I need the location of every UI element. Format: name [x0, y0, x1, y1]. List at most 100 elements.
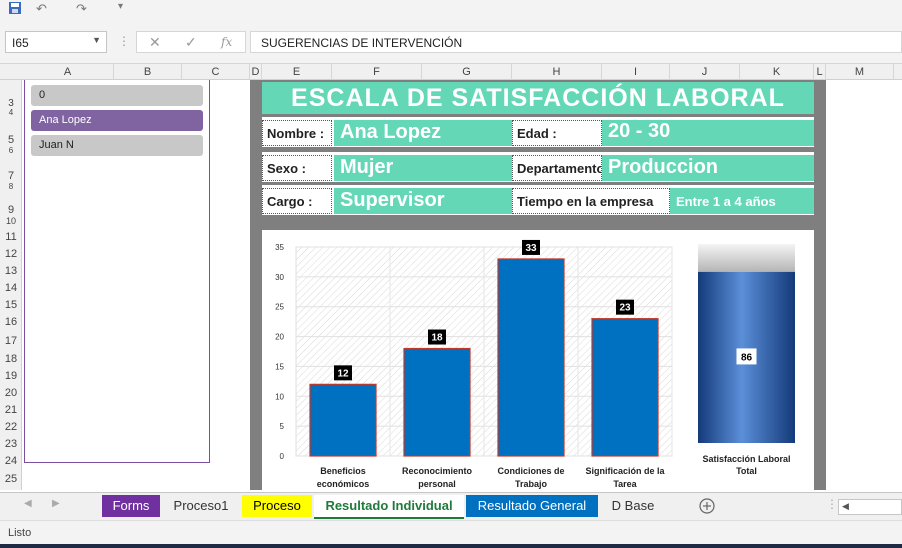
column-header[interactable]: A	[22, 64, 114, 80]
sheet-tab-forms[interactable]: Forms	[102, 495, 160, 517]
row-header[interactable]: 14	[0, 282, 22, 294]
column-header[interactable]: L	[814, 64, 826, 80]
row-header[interactable]: 6	[0, 146, 22, 155]
scroll-right-icon[interactable]: ▶	[52, 498, 60, 509]
column-header[interactable]: K	[740, 64, 814, 80]
data-label: 33	[525, 243, 537, 254]
category-label: personal	[418, 479, 456, 489]
column-header[interactable]: G	[422, 64, 512, 80]
row-header[interactable]: 19	[0, 370, 22, 382]
column-header[interactable]: I	[602, 64, 670, 80]
bar	[591, 318, 659, 457]
data-label: 12	[337, 368, 349, 379]
row-header[interactable]: 4	[0, 108, 22, 117]
horizontal-scrollbar[interactable]: ◀	[838, 499, 902, 515]
column-header[interactable]: M	[826, 64, 894, 80]
row-header[interactable]: 11	[0, 231, 22, 243]
formula-input[interactable]: SUGERENCIAS DE INTERVENCIÓN	[250, 31, 902, 53]
column-header[interactable]: D	[250, 64, 262, 80]
function-icon[interactable]: fx	[221, 35, 232, 49]
row-header[interactable]: 23	[0, 438, 22, 450]
column-headers: A B C D E F G H I J K L M	[0, 64, 902, 80]
y-tick-label: 10	[275, 392, 284, 401]
column-header[interactable]: C	[182, 64, 250, 80]
status-bar: Listo	[0, 520, 902, 544]
row-header[interactable]: 25	[0, 473, 22, 485]
name-box-value: I65	[12, 36, 29, 50]
info-row-nombre: Nombre : Ana Lopez Edad : 20 - 30	[262, 117, 814, 147]
row-header[interactable]: 24	[0, 455, 22, 467]
scroll-left-icon[interactable]: ◀	[24, 498, 32, 509]
sheet-tab-proceso1[interactable]: Proceso1	[162, 495, 240, 517]
sheet-tab-proceso[interactable]: Proceso	[242, 495, 312, 517]
category-label: Condiciones de	[497, 466, 564, 476]
sheet-tab-resultado-general[interactable]: Resultado General	[466, 495, 598, 517]
chevron-down-icon[interactable]: ▼	[92, 35, 101, 45]
departamento-value: Produccion	[602, 155, 814, 181]
row-header[interactable]: 17	[0, 335, 22, 347]
gauge-empty	[698, 244, 795, 272]
sheet-tab-d-base[interactable]: D Base	[600, 495, 666, 517]
row-header[interactable]: 7	[0, 170, 22, 182]
sheet-tab-bar: ◀ ▶ Forms Proceso1 Proceso Resultado Ind…	[0, 492, 902, 520]
edad-label: Edad :	[512, 120, 602, 146]
customize-toolbar-icon[interactable]: ▾	[118, 1, 123, 12]
category-bar-chart[interactable]: 0 5 10 15 20 25 30 35 12 Beneficios económicos 18 Re…	[262, 230, 814, 492]
column-header[interactable]: J	[670, 64, 740, 80]
save-icon[interactable]	[8, 1, 22, 18]
more-options-icon: ⋮	[826, 497, 838, 511]
name-box[interactable]: I65 ▼	[5, 31, 107, 53]
row-header[interactable]: 21	[0, 404, 22, 416]
taskbar-strip	[0, 544, 902, 548]
row-header[interactable]: 18	[0, 353, 22, 365]
slicer-item-selected[interactable]: Ana Lopez	[31, 110, 203, 131]
category-label: Beneficios	[320, 466, 366, 476]
category-label: económicos	[317, 479, 370, 489]
row-header[interactable]: 16	[0, 316, 22, 328]
row-header[interactable]: 9	[0, 204, 22, 216]
y-tick-label: 0	[280, 452, 285, 461]
bar	[497, 258, 565, 457]
row-header[interactable]: 8	[0, 182, 22, 191]
plus-circle-icon[interactable]	[698, 497, 716, 518]
formula-buttons: ✕ ✓ fx	[136, 31, 246, 53]
departamento-label: Departamento	[512, 155, 602, 181]
edad-value: 20 - 30	[602, 120, 814, 146]
info-row-cargo: Cargo : Supervisor Tiempo en la empresa …	[262, 185, 814, 215]
redo-icon[interactable]: ↷	[76, 1, 87, 17]
row-header[interactable]: 10	[0, 216, 22, 226]
y-tick-label: 5	[280, 422, 285, 431]
formula-bar: I65 ▼ ⋮ ✕ ✓ fx SUGERENCIAS DE INTERVENCI…	[0, 20, 902, 64]
row-header[interactable]: 22	[0, 421, 22, 433]
undo-icon[interactable]: ↶	[36, 1, 47, 17]
column-header[interactable]: H	[512, 64, 602, 80]
column-header[interactable]: E	[262, 64, 332, 80]
sexo-value: Mujer	[334, 155, 512, 181]
cancel-icon[interactable]: ✕	[149, 34, 161, 51]
row-header[interactable]: 5	[0, 134, 22, 146]
bar	[309, 383, 377, 457]
y-tick-label: 20	[275, 333, 284, 342]
gauge-category-label: Satisfacción Laboral	[702, 454, 790, 464]
slicer-item[interactable]: 0	[31, 85, 203, 106]
scroll-left-arrow-icon[interactable]: ◀	[842, 501, 849, 512]
info-row-sexo: Sexo : Mujer Departamento Produccion	[262, 152, 814, 182]
row-header[interactable]: 13	[0, 265, 22, 277]
cargo-value: Supervisor	[334, 188, 512, 214]
slicer-item[interactable]: Juan N	[31, 135, 203, 156]
column-header[interactable]: F	[332, 64, 422, 80]
data-label: 23	[619, 303, 631, 314]
quick-access-toolbar: ↶ ↷ ▾	[0, 0, 902, 20]
row-header[interactable]: 15	[0, 299, 22, 311]
dashboard-title: ESCALA DE SATISFACCIÓN LABORAL	[262, 82, 814, 114]
column-header[interactable]: B	[114, 64, 182, 80]
y-tick-label: 25	[275, 303, 284, 312]
more-options-icon: ⋮	[118, 34, 130, 48]
sheet-tab-resultado-individual[interactable]: Resultado Individual	[314, 495, 464, 519]
sexo-label: Sexo :	[262, 155, 332, 181]
row-header[interactable]: 20	[0, 387, 22, 399]
row-header[interactable]: 12	[0, 248, 22, 260]
status-text: Listo	[8, 527, 32, 539]
cargo-label: Cargo :	[262, 188, 332, 214]
check-icon[interactable]: ✓	[185, 34, 197, 51]
